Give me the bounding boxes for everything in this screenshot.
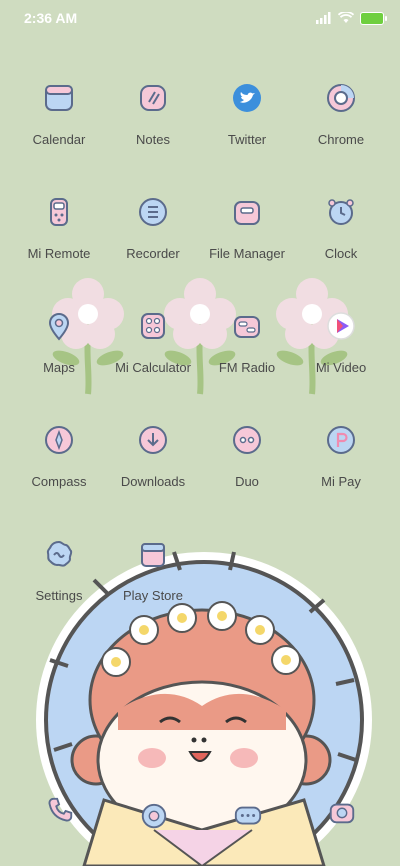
- camera-icon: [329, 803, 355, 824]
- app-label: FM Radio: [218, 360, 276, 375]
- app-mi-remote[interactable]: Mi Remote: [12, 192, 106, 282]
- status-icons: [316, 11, 387, 25]
- dock-camera[interactable]: [322, 792, 362, 832]
- calendar-icon: [39, 78, 79, 118]
- gear-icon: [39, 534, 79, 574]
- status-time: 2:36 AM: [24, 10, 78, 26]
- dock-phone[interactable]: [40, 790, 80, 830]
- app-notes[interactable]: Notes: [106, 78, 200, 168]
- app-twitter[interactable]: Twitter: [200, 78, 294, 168]
- wifi-icon: [338, 12, 354, 23]
- app-label: Settings: [35, 588, 83, 603]
- dock-messages[interactable]: [228, 796, 268, 836]
- app-label: Play Store: [123, 588, 183, 603]
- app-label: Notes: [136, 132, 170, 147]
- app-label: Clock: [324, 246, 358, 261]
- chat-bubble-icon: [234, 806, 262, 825]
- app-maps[interactable]: Maps: [12, 306, 106, 396]
- calculator-icon: [133, 306, 173, 346]
- battery-icon: [360, 11, 387, 25]
- play-store-icon: [133, 534, 173, 574]
- twitter-bird-icon: [227, 78, 267, 118]
- app-mi-calculator[interactable]: Mi Calculator: [106, 306, 200, 396]
- pay-icon: [321, 420, 361, 460]
- app-label: Chrome: [317, 132, 365, 147]
- app-label: Duo: [235, 474, 259, 489]
- app-fm-radio[interactable]: FM Radio: [200, 306, 294, 396]
- video-call-icon: [227, 420, 267, 460]
- chrome-icon: [321, 78, 361, 118]
- app-chrome[interactable]: Chrome: [294, 78, 388, 168]
- app-label: Twitter: [227, 132, 267, 147]
- map-pin-icon: [39, 306, 79, 346]
- download-icon: [133, 420, 173, 460]
- app-play-store[interactable]: Play Store: [106, 534, 200, 624]
- app-clock[interactable]: Clock: [294, 192, 388, 282]
- app-label: Downloads: [120, 474, 186, 489]
- app-calendar[interactable]: Calendar: [12, 78, 106, 168]
- app-label: Compass: [31, 474, 87, 489]
- app-mi-video[interactable]: Mi Video: [294, 306, 388, 396]
- notes-icon: [133, 78, 173, 118]
- phone-icon: [48, 797, 73, 822]
- app-file-manager[interactable]: File Manager: [200, 192, 294, 282]
- app-recorder[interactable]: Recorder: [106, 192, 200, 282]
- app-label: Mi Remote: [27, 246, 91, 261]
- app-downloads[interactable]: Downloads: [106, 420, 200, 510]
- app-label: Recorder: [126, 246, 180, 261]
- browser-icon: [141, 803, 167, 829]
- app-duo[interactable]: Duo: [200, 420, 294, 510]
- app-label: Maps: [43, 360, 75, 375]
- remote-icon: [39, 192, 79, 232]
- app-mi-pay[interactable]: Mi Pay: [294, 420, 388, 510]
- compass-icon: [39, 420, 79, 460]
- recorder-icon: [133, 192, 173, 232]
- dock-browser[interactable]: [134, 796, 174, 836]
- app-label: File Manager: [209, 246, 285, 261]
- folder-icon: [227, 192, 267, 232]
- app-label: Mi Pay: [321, 474, 361, 489]
- app-label: Mi Video: [315, 360, 367, 375]
- radio-icon: [227, 306, 267, 346]
- app-compass[interactable]: Compass: [12, 420, 106, 510]
- app-settings[interactable]: Settings: [12, 534, 106, 624]
- signal-icon: [316, 12, 331, 24]
- app-label: Mi Calculator: [115, 360, 191, 375]
- app-label: Calendar: [32, 132, 86, 147]
- play-icon: [321, 306, 361, 346]
- alarm-clock-icon: [321, 192, 361, 232]
- status-bar: 2:36 AM: [0, 0, 400, 36]
